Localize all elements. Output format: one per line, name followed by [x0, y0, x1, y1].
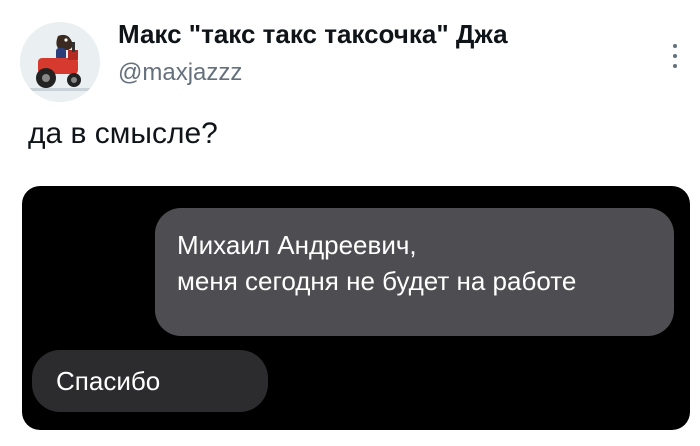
more-dot-icon — [673, 54, 677, 58]
more-options-button[interactable] — [660, 36, 690, 76]
tractor-dog-icon — [20, 22, 100, 102]
author-name[interactable]: Макс "такс такс таксочка" Джа — [118, 18, 570, 50]
more-dot-icon — [673, 64, 677, 68]
message-line: меня сегодня не будет на работе — [177, 266, 577, 296]
incoming-message-bubble: Спасибо — [32, 350, 268, 412]
tweet-text: да в смысле? — [28, 117, 218, 150]
outgoing-message-bubble: Михаил Андреевич, меня сегодня не будет … — [155, 208, 674, 336]
message-line: Михаил Андреевич, — [177, 230, 417, 260]
author-handle[interactable]: @maxjazzz — [118, 58, 242, 88]
avatar[interactable] — [20, 22, 100, 102]
tweet-media-screenshot[interactable]: Михаил Андреевич, меня сегодня не будет … — [22, 186, 690, 430]
more-dot-icon — [673, 44, 677, 48]
